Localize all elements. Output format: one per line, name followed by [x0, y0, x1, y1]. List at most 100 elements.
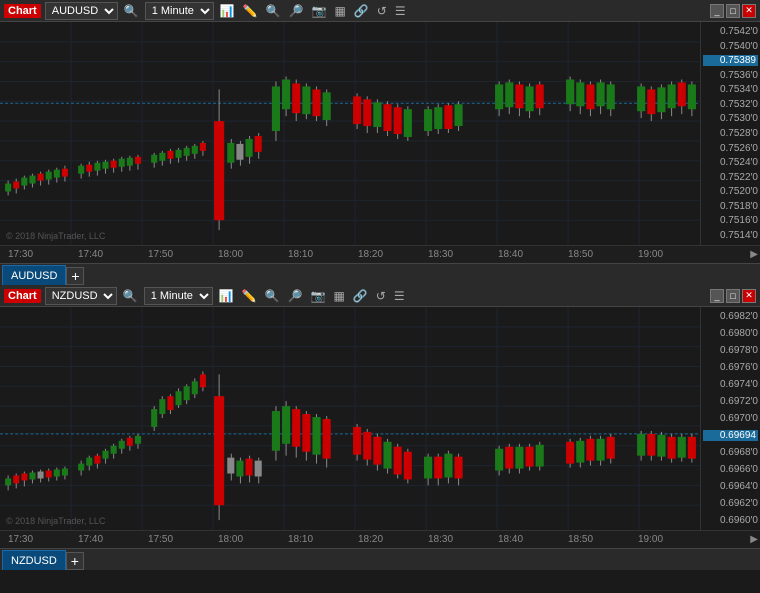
- price-2-11: 0.6960′0: [703, 515, 758, 526]
- copyright-1: © 2018 NinjaTrader, LLC: [6, 231, 105, 241]
- zoom-out-icon-1[interactable]: 🔎: [287, 4, 306, 18]
- price-1-6: 0.7528′0: [703, 128, 758, 139]
- maximize-btn-1[interactable]: □: [726, 4, 740, 18]
- price-1-5: 0.7530′0: [703, 113, 758, 124]
- candlestick-svg-2: [0, 307, 700, 530]
- window-controls-1: _ □ ✕: [710, 4, 756, 18]
- time-2-6: 18:30: [428, 534, 453, 545]
- refresh-icon-2[interactable]: ↺: [374, 289, 388, 303]
- settings-icon-2[interactable]: ☰: [392, 289, 407, 303]
- price-1-7: 0.7526′0: [703, 143, 758, 154]
- price-1-current: 0.75389: [703, 55, 758, 66]
- settings-icon-1[interactable]: ☰: [393, 4, 408, 18]
- tab-nzdusd-label: NZDUSD: [11, 555, 57, 567]
- chart-panel-1: Chart AUDUSD 🔍 1 Minute 📊 ✏️ 🔍 🔎 📷 ▦ 🔗 ↺…: [0, 0, 760, 285]
- scroll-indicator-1[interactable]: ▶: [750, 249, 758, 260]
- tab-add-2[interactable]: +: [66, 552, 84, 570]
- price-1-4: 0.7532′0: [703, 99, 758, 110]
- symbol-select-1[interactable]: AUDUSD: [45, 2, 118, 20]
- time-2-9: 19:00: [638, 534, 663, 545]
- close-btn-1[interactable]: ✕: [742, 4, 756, 18]
- toolbar-2: Chart NZDUSD 🔍 1 Minute 📊 ✏️ 🔍 🔎 📷 ▦ 🔗 ↺…: [0, 285, 760, 307]
- price-2-current: 0.69694: [703, 430, 758, 441]
- time-2-2: 17:50: [148, 534, 173, 545]
- tab-add-1[interactable]: +: [66, 267, 84, 285]
- time-2-7: 18:40: [498, 534, 523, 545]
- bar-chart-icon-2[interactable]: 📊: [217, 289, 236, 303]
- chart-label-1: Chart: [4, 4, 41, 18]
- time-1-8: 18:50: [568, 249, 593, 260]
- price-2-4: 0.6974′0: [703, 379, 758, 390]
- price-axis-2: 0.6982′0 0.6980′0 0.6978′0 0.6976′0 0.69…: [700, 307, 760, 530]
- time-1-7: 18:40: [498, 249, 523, 260]
- close-btn-2[interactable]: ✕: [742, 289, 756, 303]
- minimize-btn-2[interactable]: _: [710, 289, 724, 303]
- candlestick-svg-1: [0, 22, 700, 245]
- price-2-6: 0.6970′0: [703, 413, 758, 424]
- time-1-1: 17:40: [78, 249, 103, 260]
- price-2-0: 0.6982′0: [703, 311, 758, 322]
- time-1-4: 18:10: [288, 249, 313, 260]
- pencil-icon-2[interactable]: ✏️: [240, 289, 259, 303]
- time-2-3: 18:00: [218, 534, 243, 545]
- time-2-1: 17:40: [78, 534, 103, 545]
- symbol-select-2[interactable]: NZDUSD: [45, 287, 117, 305]
- price-1-0: 0.7542′0: [703, 26, 758, 37]
- timeframe-select-1[interactable]: 1 Minute: [145, 2, 214, 20]
- pencil-icon-1[interactable]: ✏️: [241, 4, 260, 18]
- tab-audusd[interactable]: AUDUSD: [2, 265, 66, 285]
- price-2-10: 0.6962′0: [703, 498, 758, 509]
- tab-nzdusd[interactable]: NZDUSD: [2, 550, 66, 570]
- price-1-2: 0.7536′0: [703, 70, 758, 81]
- search-icon-2[interactable]: 🔍: [121, 289, 140, 303]
- price-2-8: 0.6966′0: [703, 464, 758, 475]
- bars-icon-1[interactable]: ▦: [332, 4, 347, 18]
- toolbar-1: Chart AUDUSD 🔍 1 Minute 📊 ✏️ 🔍 🔎 📷 ▦ 🔗 ↺…: [0, 0, 760, 22]
- time-1-5: 18:20: [358, 249, 383, 260]
- link-icon-1[interactable]: 🔗: [352, 4, 371, 18]
- price-2-1: 0.6980′0: [703, 328, 758, 339]
- chart-panel-2: Chart NZDUSD 🔍 1 Minute 📊 ✏️ 🔍 🔎 📷 ▦ 🔗 ↺…: [0, 285, 760, 570]
- time-1-6: 18:30: [428, 249, 453, 260]
- price-1-3: 0.7534′0: [703, 84, 758, 95]
- window-controls-2: _ □ ✕: [710, 289, 756, 303]
- bar-chart-icon-1[interactable]: 📊: [218, 4, 237, 18]
- search-icon-1[interactable]: 🔍: [122, 4, 141, 18]
- price-2-5: 0.6972′0: [703, 396, 758, 407]
- price-axis-1: 0.7542′0 0.7540′0 0.75389 0.7536′0 0.753…: [700, 22, 760, 245]
- camera-icon-1[interactable]: 📷: [310, 4, 329, 18]
- copyright-2: © 2018 NinjaTrader, LLC: [6, 516, 105, 526]
- time-2-5: 18:20: [358, 534, 383, 545]
- time-2-0: 17:30: [8, 534, 33, 545]
- time-1-2: 17:50: [148, 249, 173, 260]
- minimize-btn-1[interactable]: _: [710, 4, 724, 18]
- tab-audusd-label: AUDUSD: [11, 270, 57, 282]
- chart-label-2: Chart: [4, 289, 41, 303]
- time-1-3: 18:00: [218, 249, 243, 260]
- bars-icon-2[interactable]: ▦: [331, 289, 346, 303]
- price-1-9: 0.7522′0: [703, 172, 758, 183]
- time-axis-2: 17:30 17:40 17:50 18:00 18:10 18:20 18:3…: [0, 530, 760, 548]
- time-2-4: 18:10: [288, 534, 313, 545]
- chart-canvas-1: © 2018 NinjaTrader, LLC: [0, 22, 700, 245]
- timeframe-select-2[interactable]: 1 Minute: [144, 287, 213, 305]
- price-2-2: 0.6978′0: [703, 345, 758, 356]
- price-2-7: 0.6968′0: [703, 447, 758, 458]
- link-icon-2[interactable]: 🔗: [351, 289, 370, 303]
- scroll-indicator-2[interactable]: ▶: [750, 534, 758, 545]
- price-1-11: 0.7518′0: [703, 201, 758, 212]
- price-2-9: 0.6964′0: [703, 481, 758, 492]
- price-1-12: 0.7516′0: [703, 215, 758, 226]
- zoom-in-icon-2[interactable]: 🔍: [263, 289, 282, 303]
- camera-icon-2[interactable]: 📷: [309, 289, 328, 303]
- price-1-1: 0.7540′0: [703, 41, 758, 52]
- zoom-out-icon-2[interactable]: 🔎: [286, 289, 305, 303]
- zoom-in-icon-1[interactable]: 🔍: [264, 4, 283, 18]
- price-1-10: 0.7520′0: [703, 186, 758, 197]
- time-axis-1: 17:30 17:40 17:50 18:00 18:10 18:20 18:3…: [0, 245, 760, 263]
- price-1-13: 0.7514′0: [703, 230, 758, 241]
- chart-canvas-2: © 2018 NinjaTrader, LLC: [0, 307, 700, 530]
- tab-bar-1: AUDUSD +: [0, 263, 760, 285]
- maximize-btn-2[interactable]: □: [726, 289, 740, 303]
- refresh-icon-1[interactable]: ↺: [375, 4, 389, 18]
